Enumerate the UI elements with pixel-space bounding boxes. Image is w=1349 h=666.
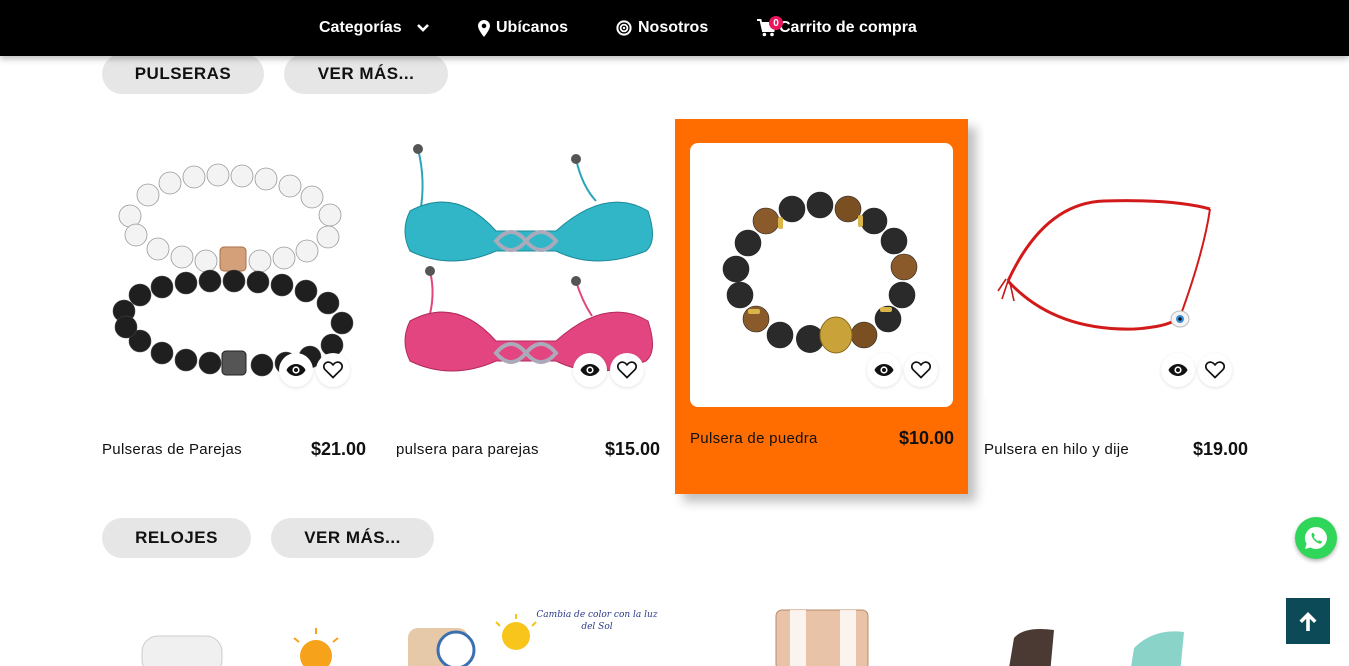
rose-gold-watch-image <box>775 609 869 666</box>
product-card[interactable]: Pulsera de puedra $10.00 <box>690 143 954 461</box>
watch-product-image[interactable]: Cambia de color con la luz del Sol <box>396 608 660 666</box>
quick-view-button[interactable] <box>867 353 901 387</box>
heart-icon <box>617 361 637 379</box>
product-card[interactable]: Pulsera en hilo y dije $19.00 <box>984 131 1248 461</box>
eye-icon <box>286 364 306 376</box>
section-title-bracelets[interactable]: PULSERAS <box>102 54 264 94</box>
wishlist-button[interactable] <box>316 353 350 387</box>
see-more-bracelets-button[interactable]: VER MÁS... <box>284 54 448 94</box>
scroll-to-top-button[interactable] <box>1286 598 1330 644</box>
quick-view-button[interactable] <box>573 353 607 387</box>
product-price: $15.00 <box>604 439 660 459</box>
section-title-watches[interactable]: RELOJES <box>102 518 251 558</box>
watch-product-image[interactable] <box>984 608 1248 666</box>
eye-icon <box>874 364 894 376</box>
nav-location-label: Ubícanos <box>496 19 569 36</box>
see-more-watches-button[interactable]: VER MÁS... <box>271 518 434 558</box>
nav-about-label: Nosotros <box>638 19 709 36</box>
product-name[interactable]: Pulseras de Parejas <box>102 441 242 458</box>
watch-with-sun-image <box>141 628 339 666</box>
heart-icon <box>911 361 931 379</box>
target-icon <box>616 20 632 36</box>
top-navbar: Categorías Ubícanos Nosotros 0 Carrito d… <box>0 0 1349 56</box>
wishlist-button[interactable] <box>1198 353 1232 387</box>
chevron-down-icon <box>416 24 429 32</box>
quick-view-button[interactable] <box>279 353 313 387</box>
product-card[interactable]: pulsera para parejas $15.00 <box>396 131 660 461</box>
nav-about[interactable]: Nosotros <box>616 0 708 56</box>
leather-strap-watches-image <box>1009 629 1184 666</box>
nav-cart[interactable]: 0 Carrito de compra <box>757 0 917 56</box>
cart-count-badge: 0 <box>769 16 783 30</box>
whatsapp-chat-button[interactable] <box>1295 517 1337 559</box>
wishlist-button[interactable] <box>610 353 644 387</box>
wishlist-button[interactable] <box>904 353 938 387</box>
nav-categories[interactable]: Categorías <box>319 0 430 56</box>
heart-icon <box>323 361 343 379</box>
watch-product-image[interactable] <box>102 608 366 666</box>
arrow-up-icon <box>1299 612 1317 631</box>
product-card[interactable]: Pulseras de Parejas $21.00 <box>102 131 366 461</box>
heart-icon <box>1205 361 1225 379</box>
nav-location[interactable]: Ubícanos <box>478 0 568 56</box>
map-pin-icon <box>478 19 490 37</box>
quick-view-button[interactable] <box>1161 353 1195 387</box>
whatsapp-icon <box>1304 526 1327 549</box>
watch-product-image[interactable] <box>690 608 954 666</box>
product-price: $19.00 <box>1192 439 1248 459</box>
eye-icon <box>1168 364 1188 376</box>
product-price: $21.00 <box>310 439 366 459</box>
watch-promo-text: Cambia de color con la luz del Sol <box>536 610 658 632</box>
product-name[interactable]: Pulsera de puedra <box>690 430 818 447</box>
product-price: $10.00 <box>898 428 954 448</box>
eye-icon <box>580 364 600 376</box>
product-name[interactable]: Pulsera en hilo y dije <box>984 441 1129 458</box>
product-name[interactable]: pulsera para parejas <box>396 441 539 458</box>
nav-cart-label: Carrito de compra <box>779 19 917 36</box>
nav-categories-label: Categorías <box>319 19 402 36</box>
